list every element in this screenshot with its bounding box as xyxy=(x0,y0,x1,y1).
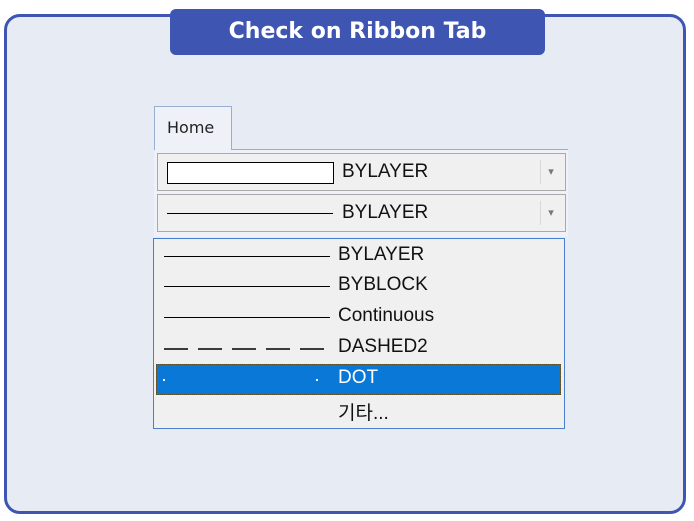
chevron-down-icon[interactable]: ▾ xyxy=(540,201,561,225)
linetype-option-label: Continuous xyxy=(338,305,435,326)
linetype-option-label: BYLAYER xyxy=(338,244,425,265)
linetype-option-label: BYBLOCK xyxy=(338,274,428,295)
linetype-sample xyxy=(167,213,333,214)
linetype-option-label: DOT xyxy=(338,367,379,388)
dot-preview-end xyxy=(316,379,318,381)
linetype-option-bylayer[interactable]: BYLAYER xyxy=(156,241,561,272)
linetype-option-label: 기타... xyxy=(338,403,389,424)
color-swatch xyxy=(167,162,334,184)
linetype-option-other[interactable]: 기타... xyxy=(156,395,561,426)
linetype-combo[interactable]: BYLAYER ▾ xyxy=(157,194,566,232)
banner-title: Check on Ribbon Tab xyxy=(170,9,545,55)
color-combo[interactable]: BYLAYER ▾ xyxy=(157,153,566,191)
linetype-option-dashed2[interactable]: DASHED2 xyxy=(156,333,561,364)
dot-preview-start xyxy=(163,379,165,381)
linetype-dropdown-list: BYLAYER BYBLOCK Continuous DASHED2 DOT 기… xyxy=(153,238,565,429)
linetype-preview xyxy=(164,256,330,257)
linetype-option-byblock[interactable]: BYBLOCK xyxy=(156,271,561,302)
linetype-preview xyxy=(164,286,330,287)
dashed-line-preview xyxy=(164,348,332,350)
linetype-option-dot[interactable]: DOT xyxy=(156,364,561,395)
color-combo-value: BYLAYER xyxy=(342,161,429,182)
tab-home[interactable]: Home xyxy=(154,106,232,150)
linetype-option-continuous[interactable]: Continuous xyxy=(156,302,561,333)
linetype-preview xyxy=(164,317,330,318)
chevron-down-icon[interactable]: ▾ xyxy=(540,160,561,184)
linetype-option-label: DASHED2 xyxy=(338,336,428,357)
linetype-combo-value: BYLAYER xyxy=(342,202,429,223)
tab-home-label: Home xyxy=(167,118,215,137)
